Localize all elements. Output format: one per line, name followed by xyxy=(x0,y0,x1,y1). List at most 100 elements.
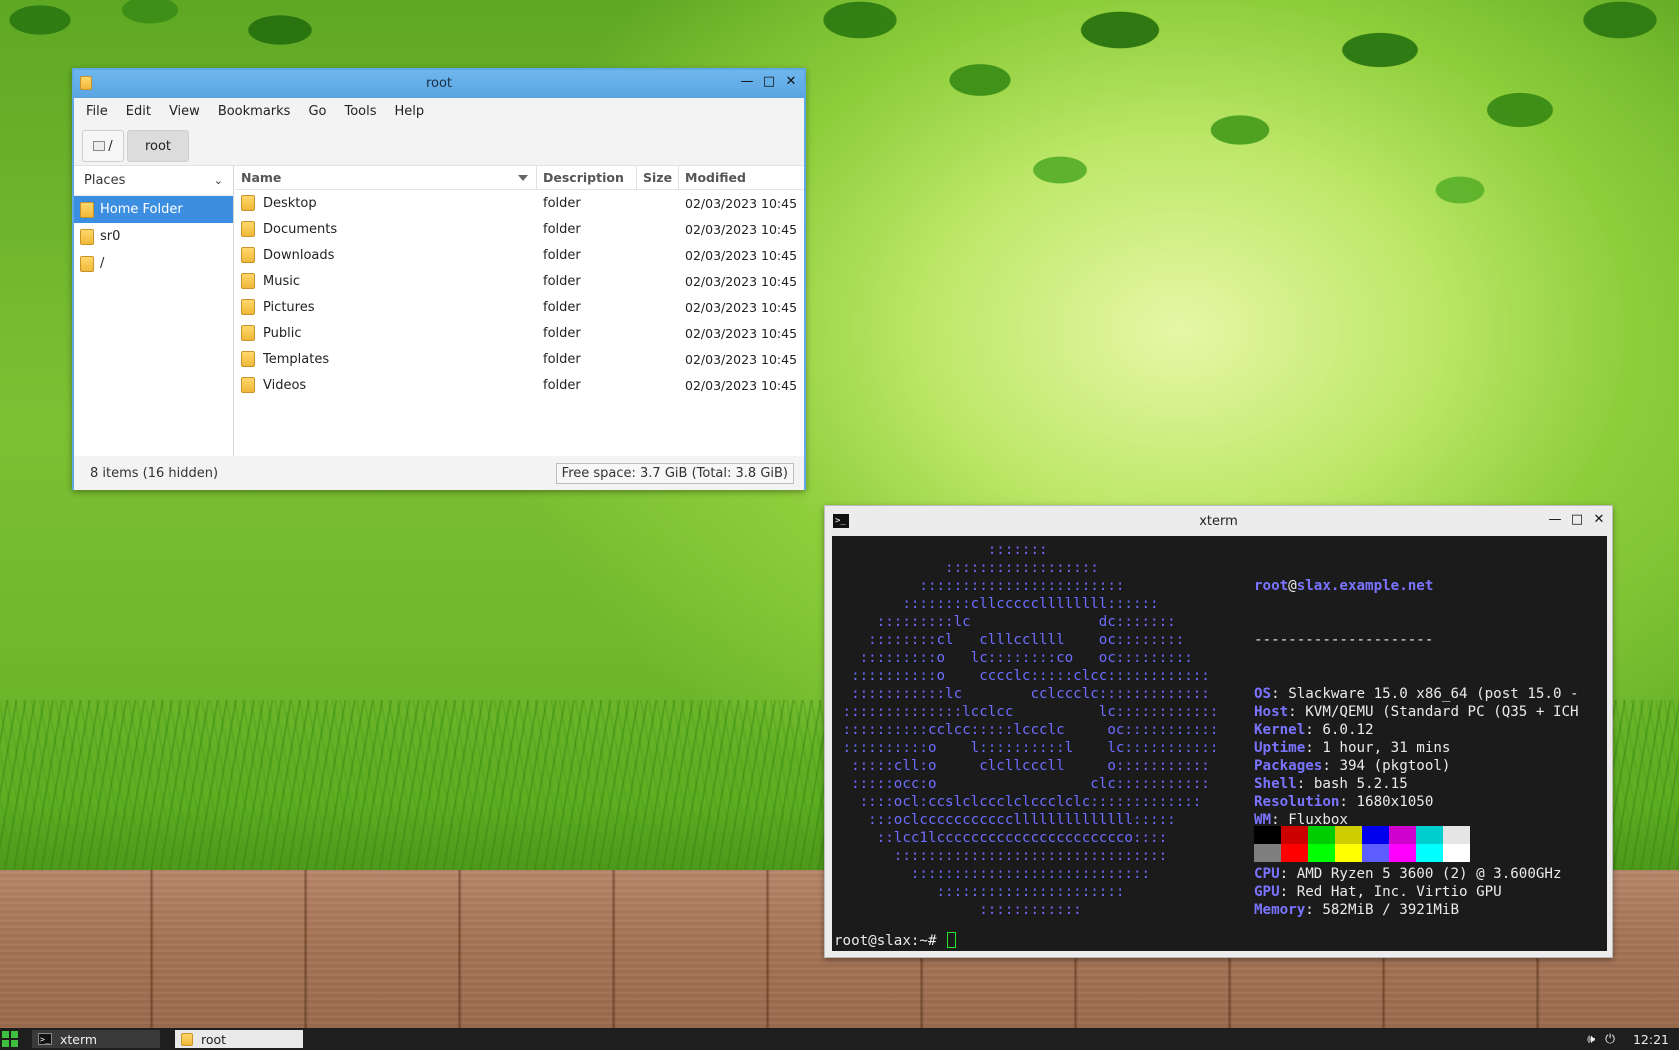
file-name: Templates xyxy=(263,351,330,367)
file-name-cell: Documents xyxy=(235,221,537,237)
info-line: Kernel: 6.0.12 xyxy=(1254,721,1579,739)
file-description: folder xyxy=(543,195,581,211)
power-icon[interactable]: ⏻ xyxy=(1605,1031,1615,1047)
folder-icon xyxy=(241,195,255,211)
window-title: xterm xyxy=(1199,514,1238,529)
menu-go[interactable]: Go xyxy=(308,104,326,119)
info-value: 1680x1050 xyxy=(1356,794,1434,810)
close-icon[interactable]: ✕ xyxy=(1592,512,1606,528)
sidebar-item-home-folder[interactable]: Home Folder xyxy=(74,196,233,223)
ascii-line: :::::::::::lc cclccclc::::::::::::: xyxy=(834,686,1210,702)
table-row[interactable]: Documents folder 02/03/2023 10:45 xyxy=(235,216,804,242)
maximize-icon[interactable]: □ xyxy=(1570,512,1584,528)
ascii-line: :::::::::o lc::::::::co oc::::::::: xyxy=(834,650,1193,666)
column-modified-header[interactable]: Modified xyxy=(679,166,799,190)
info-line: Packages: 394 (pkgtool) xyxy=(1254,757,1579,775)
file-description: folder xyxy=(543,247,581,263)
places-header[interactable]: Places ⌄ xyxy=(74,166,233,196)
menu-file[interactable]: File xyxy=(86,104,108,119)
menu-help[interactable]: Help xyxy=(395,104,425,119)
info-colon: : xyxy=(1305,722,1323,738)
file-manager-window[interactable]: root — □ ✕ File Edit View Bookmarks Go T… xyxy=(72,68,806,490)
table-row[interactable]: Downloads folder 02/03/2023 10:45 xyxy=(235,242,804,268)
ascii-line: ::::::::cllcccccllllllll:::::: xyxy=(834,596,1159,612)
taskbar-item-label: xterm xyxy=(60,1031,98,1047)
table-row[interactable]: Music folder 02/03/2023 10:45 xyxy=(235,268,804,294)
file-description: folder xyxy=(543,221,581,237)
palette-swatch xyxy=(1416,826,1443,844)
info-key: CPU xyxy=(1254,866,1280,882)
file-name: Pictures xyxy=(263,299,315,315)
minimize-icon[interactable]: — xyxy=(740,74,754,90)
menu-bookmarks[interactable]: Bookmarks xyxy=(218,104,291,119)
path-button-current[interactable]: root xyxy=(127,130,189,162)
sidebar-item-root-filesystem[interactable]: / xyxy=(74,250,233,277)
palette-swatch xyxy=(1335,844,1362,862)
file-name-cell: Music xyxy=(235,273,537,289)
folder-icon xyxy=(241,273,255,289)
path-button-root[interactable]: / xyxy=(82,130,124,162)
sidebar-item-label: sr0 xyxy=(100,229,121,244)
info-line: OS: Slackware 15.0 x86_64 (post 15.0 - xyxy=(1254,685,1579,703)
close-icon[interactable]: ✕ xyxy=(784,74,798,90)
path-current-label: root xyxy=(144,138,172,154)
file-name: Documents xyxy=(263,221,338,237)
start-menu-icon[interactable] xyxy=(2,1031,18,1047)
palette-swatch xyxy=(1389,826,1416,844)
table-row[interactable]: Templates folder 02/03/2023 10:45 xyxy=(235,346,804,372)
menu-edit[interactable]: Edit xyxy=(126,104,151,119)
wallpaper-leaves xyxy=(760,0,1679,260)
info-key: Memory xyxy=(1254,902,1306,918)
xterm-window[interactable]: >_ xterm — □ ✕ ::::::: :::::::::::::::::… xyxy=(824,505,1613,958)
volume-icon[interactable]: 🕪 xyxy=(1587,1031,1595,1047)
shell-prompt[interactable]: root@slax:~# xyxy=(834,932,957,950)
system-tray: 🕪 ⏻ 12:21 xyxy=(1587,1031,1669,1047)
info-colon: : xyxy=(1271,686,1289,702)
folder-icon xyxy=(241,299,255,315)
table-row[interactable]: Pictures folder 02/03/2023 10:45 xyxy=(235,294,804,320)
file-modified: 02/03/2023 10:45 xyxy=(685,247,798,263)
column-name-header[interactable]: Name xyxy=(235,165,537,190)
file-modified: 02/03/2023 10:45 xyxy=(685,221,798,237)
maximize-icon[interactable]: □ xyxy=(762,74,776,90)
ascii-line: ::::::::::o l::::::::::l lc::::::::::: xyxy=(834,740,1219,756)
ascii-line: ::::::::::o cccclc:::::clcc:::::::::::: xyxy=(834,668,1210,684)
palette-swatch xyxy=(1254,844,1281,862)
sidebar-item-sr0[interactable]: sr0 xyxy=(74,223,233,250)
info-line: Memory: 582MiB / 3921MiB xyxy=(1254,901,1579,919)
ascii-line: :::::::::lc dc::::::: xyxy=(834,614,1176,630)
file-manager-titlebar[interactable]: root — □ ✕ xyxy=(74,70,804,98)
info-value: 6.0.12 xyxy=(1322,722,1374,738)
column-description-header[interactable]: Description xyxy=(537,165,637,190)
terminal-screen[interactable]: ::::::: :::::::::::::::::: :::::::::::::… xyxy=(832,536,1607,951)
column-size-header[interactable]: Size xyxy=(637,165,679,190)
file-list: Name Description Size Modified Desktop fo… xyxy=(235,165,804,456)
info-line: Host: KVM/QEMU (Standard PC (Q35 + ICH xyxy=(1254,703,1579,721)
info-value: bash 5.2.15 xyxy=(1313,776,1408,792)
folder-icon xyxy=(241,377,255,393)
menu-tools[interactable]: Tools xyxy=(344,104,376,119)
info-colon: : xyxy=(1279,866,1297,882)
info-value: KVM/QEMU (Standard PC (Q35 + ICH xyxy=(1305,704,1579,720)
menu-view[interactable]: View xyxy=(169,104,200,119)
palette-swatch xyxy=(1308,826,1335,844)
palette-swatch xyxy=(1362,844,1389,862)
info-key: Resolution xyxy=(1254,794,1340,810)
terminal-icon: >_ xyxy=(38,1033,52,1045)
info-lines: OS: Slackware 15.0 x86_64 (post 15.0 - Ho… xyxy=(1254,685,1579,919)
file-name-cell: Downloads xyxy=(235,247,537,263)
window-title: root xyxy=(425,76,453,91)
table-row[interactable]: Public folder 02/03/2023 10:45 xyxy=(235,320,804,346)
table-row[interactable]: Desktop folder 02/03/2023 10:45 xyxy=(235,190,804,216)
chevron-down-icon[interactable]: ⌄ xyxy=(214,174,223,187)
table-row[interactable]: Videos folder 02/03/2023 10:45 xyxy=(235,372,804,398)
minimize-icon[interactable]: — xyxy=(1548,512,1562,528)
taskbar-item-root[interactable]: root xyxy=(175,1030,303,1048)
ascii-line: ::::ocl:ccslclccclclccclclc::::::::::::: xyxy=(834,794,1202,810)
taskbar-item-xterm[interactable]: >_ xterm xyxy=(32,1030,160,1048)
palette-swatch xyxy=(1281,844,1308,862)
info-line: Shell: bash 5.2.15 xyxy=(1254,775,1579,793)
ascii-line: :::oclcccccccccccllllllllllllll::::: xyxy=(834,812,1176,828)
menu-bar: File Edit View Bookmarks Go Tools Help xyxy=(74,98,804,124)
xterm-titlebar[interactable]: >_ xterm — □ ✕ xyxy=(825,506,1612,536)
